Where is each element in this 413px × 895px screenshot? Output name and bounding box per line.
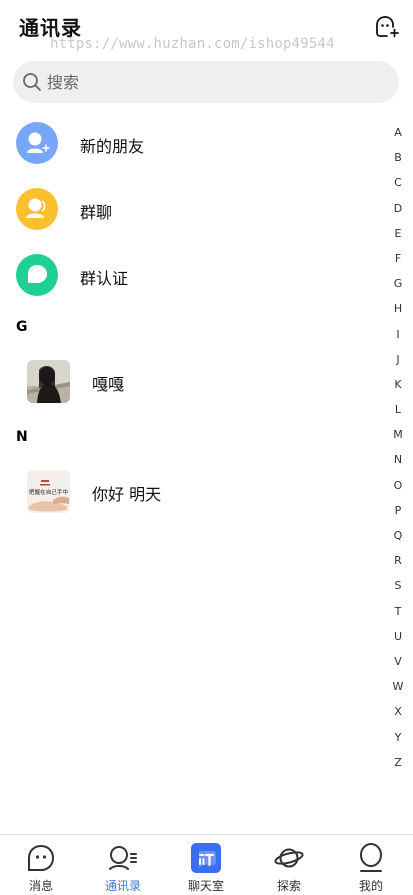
avatar-caption: 把握在自己手中 [29,488,69,496]
index-letter[interactable]: U [388,624,408,649]
tab-chatroom[interactable]: 聊天室 [165,835,247,895]
new-friends-item[interactable]: 新的朋友 [0,113,380,173]
tab-profile[interactable]: 我的 [330,835,412,895]
index-letter[interactable]: Q [388,523,408,548]
group-chat-icon [16,188,58,230]
index-letter[interactable]: X [388,699,408,724]
tab-label: 聊天室 [187,879,224,893]
index-letter[interactable]: T [388,599,408,624]
index-letter[interactable]: L [388,397,408,422]
index-letter[interactable]: Z [388,750,408,775]
new-friends-label: 新的朋友 [80,137,145,156]
tab-label: 我的 [358,879,383,893]
group-chat-label: 群聊 [80,203,113,222]
watermark-text: https://www.huzhan.com/ishop49544 [50,36,335,52]
index-letter[interactable]: B [388,145,408,170]
index-letter[interactable]: V [388,649,408,674]
search-bar[interactable] [13,61,399,103]
index-letter[interactable]: K [388,372,408,397]
index-letter[interactable]: P [388,498,408,523]
planet-icon [274,848,304,868]
index-letter[interactable]: N [388,447,408,472]
tab-explore[interactable]: 探索 [248,835,330,895]
tab-contacts[interactable]: 通讯录 [82,835,164,895]
tab-label: 消息 [28,879,53,893]
tab-messages[interactable]: 消息 [0,835,82,895]
contact-name: 嘎嘎 [92,375,125,394]
chatroom-icon [191,843,221,873]
index-letter[interactable]: F [388,246,408,271]
profile-icon [360,843,382,872]
tab-label: 通讯录 [104,879,141,893]
group-verify-icon [16,254,58,296]
message-icon [28,844,55,871]
group-verify-label: 群认证 [80,269,129,288]
group-verify-item[interactable]: 群认证 [0,245,380,305]
index-letter[interactable]: A [388,120,408,145]
index-letter[interactable]: G [388,271,408,296]
avatar [27,360,70,403]
contact-row[interactable]: 嘎嘎 [0,351,380,411]
index-letter[interactable]: O [388,473,408,498]
index-letter[interactable]: W [388,674,408,699]
index-letter[interactable]: Y [388,725,408,750]
index-letter[interactable]: H [388,296,408,321]
index-letter[interactable]: S [388,573,408,598]
tab-label: 探索 [276,879,301,893]
search-input[interactable] [47,68,377,96]
search-icon [23,73,41,91]
index-letter[interactable]: D [388,196,408,221]
index-letter[interactable]: M [388,422,408,447]
index-letter[interactable]: R [388,548,408,573]
header: 通讯录 https://www.huzhan.com/ishop49544 [0,0,413,58]
index-letter[interactable]: I [388,322,408,347]
section-letter-g: G [16,319,28,335]
index-letter[interactable]: J [388,347,408,372]
add-friend-icon[interactable] [374,14,400,40]
group-chat-item[interactable]: 群聊 [0,179,380,239]
contact-name: 你好 明天 [92,485,162,504]
avatar: 把握在自己手中 [27,470,70,513]
contacts-icon [109,846,137,870]
index-letter[interactable]: E [388,221,408,246]
alphabet-index[interactable]: ABCDEFGHIJKLMNOPQRSTUVWXYZ [388,120,408,775]
bottom-tab-bar: 消息 通讯录 聊天室 探索 我的 [0,834,413,895]
new-friend-icon [16,122,58,164]
index-letter[interactable]: C [388,170,408,195]
contact-row[interactable]: 把握在自己手中 你好 明天 [0,461,380,521]
section-letter-n: N [16,429,28,445]
